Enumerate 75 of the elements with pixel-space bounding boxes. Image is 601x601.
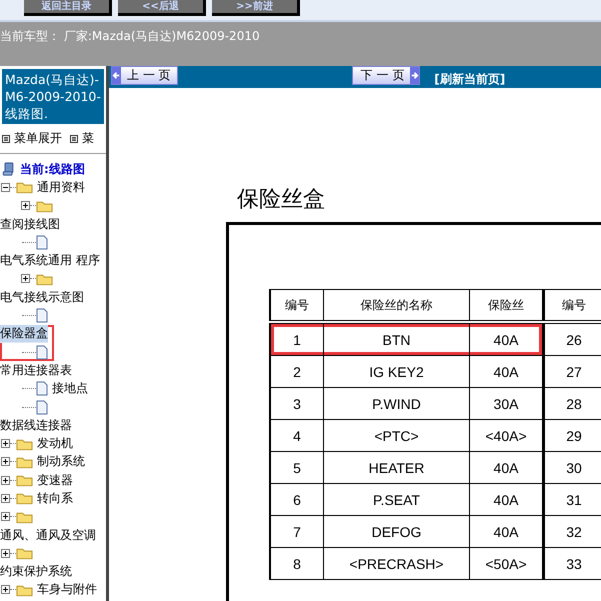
page-title: 保险丝盒 — [237, 186, 326, 214]
table-cell: IG KEY2 — [324, 356, 470, 388]
tree-item[interactable]: 电气系统通用 程序 — [0, 252, 100, 270]
expander-icon[interactable] — [1, 182, 10, 192]
refresh-link[interactable]: [刷新当前页] — [434, 71, 506, 88]
table-cell: DEFOG — [324, 516, 470, 548]
table-cell: 4 — [270, 420, 324, 452]
nav-button[interactable]: 返回主目录 — [24, 0, 112, 16]
table-cell: 5 — [270, 452, 324, 484]
table-cell: 30A — [470, 388, 544, 420]
tree-item[interactable]: 电气接线示意图 — [0, 288, 84, 306]
table-cell: <40A> — [470, 420, 544, 452]
document-icon — [36, 381, 48, 396]
tree-item[interactable]: 通用资料 — [37, 178, 85, 196]
column-header: 保险丝的名称 — [324, 290, 470, 322]
nav-button[interactable]: <<后退 — [118, 0, 206, 16]
column-header: 保险丝 — [470, 290, 544, 322]
tree-item[interactable]: 数据线连接器 — [0, 416, 72, 434]
document-icon — [36, 400, 48, 414]
next-page-button[interactable]: 下 一 页 — [352, 66, 420, 85]
column-header: 编号 — [270, 290, 324, 322]
expander-icon[interactable] — [1, 494, 10, 503]
tree-item[interactable]: 接地点 — [52, 380, 88, 398]
tree-item[interactable]: 通风、通风及空调 — [0, 526, 96, 544]
table-cell: 40A — [470, 356, 544, 388]
tree-item[interactable]: 保险器盒 — [0, 325, 48, 342]
table-cell: <PRECRASH> — [324, 548, 470, 580]
list-icon — [70, 134, 78, 142]
tree-item[interactable]: 制动系统 — [37, 453, 85, 470]
table-cell: <50A> — [470, 548, 544, 580]
column-header: 编号 — [544, 290, 601, 322]
table-cell: 1 — [270, 322, 324, 356]
menu-link[interactable]: 菜单展开 — [14, 130, 62, 147]
tree-item[interactable]: 车身与附件 — [37, 581, 97, 598]
table-cell: 3 — [270, 388, 324, 420]
expander-icon[interactable] — [21, 201, 30, 210]
expander-icon[interactable] — [1, 512, 10, 522]
vehicle-model-text: 当前车型： 厂家:Mazda(马自达)M62009-2010 — [0, 29, 260, 43]
table-cell: 40A — [470, 516, 544, 548]
tree-item[interactable]: 查阅接线图 — [0, 216, 60, 233]
expander-icon[interactable] — [1, 585, 10, 594]
tree-item[interactable]: 转向系 — [37, 490, 73, 507]
table-cell: P.WIND — [324, 388, 470, 420]
document-icon — [36, 234, 48, 250]
expander-icon[interactable] — [21, 274, 30, 284]
document-icon — [36, 308, 48, 324]
tree-item[interactable]: 变速器 — [37, 472, 73, 489]
table-cell: P.SEAT — [324, 484, 470, 516]
table-cell: 7 — [270, 516, 324, 548]
table-cell: 2 — [270, 356, 324, 388]
table-cell: BTN — [324, 322, 470, 356]
tree-item[interactable]: 常用连接器表 — [0, 362, 72, 379]
table-cell: 40A — [470, 322, 544, 356]
expander-icon[interactable] — [1, 457, 10, 466]
folder-icon — [16, 546, 33, 560]
tree-item[interactable]: 当前:线路图 — [20, 160, 85, 178]
expander-icon[interactable] — [1, 476, 10, 485]
folder-icon — [16, 180, 33, 194]
document-icon — [36, 344, 48, 360]
table-cell: 40A — [470, 484, 544, 516]
sidebar-header: Mazda(马自达)-M6-2009-2010- 线路图. — [2, 69, 104, 124]
nav-button[interactable]: >>前进 — [212, 0, 300, 16]
tree-item[interactable]: 约束保护系统 — [0, 563, 72, 580]
table-cell: <PTC> — [324, 420, 470, 452]
expander-icon[interactable] — [1, 439, 10, 448]
table-cell: 8 — [270, 548, 324, 580]
folder-icon — [16, 491, 33, 506]
table-cell: HEATER — [324, 452, 470, 484]
tree-item[interactable]: 发动机 — [37, 435, 73, 452]
previous-page-button[interactable]: 上 一 页 — [111, 66, 178, 85]
expander-icon[interactable] — [1, 548, 10, 558]
table-cell: 6 — [270, 484, 324, 516]
menu-link[interactable]: 菜 — [82, 130, 94, 147]
folder-icon — [16, 473, 33, 488]
table-cell: 40A — [470, 452, 544, 484]
